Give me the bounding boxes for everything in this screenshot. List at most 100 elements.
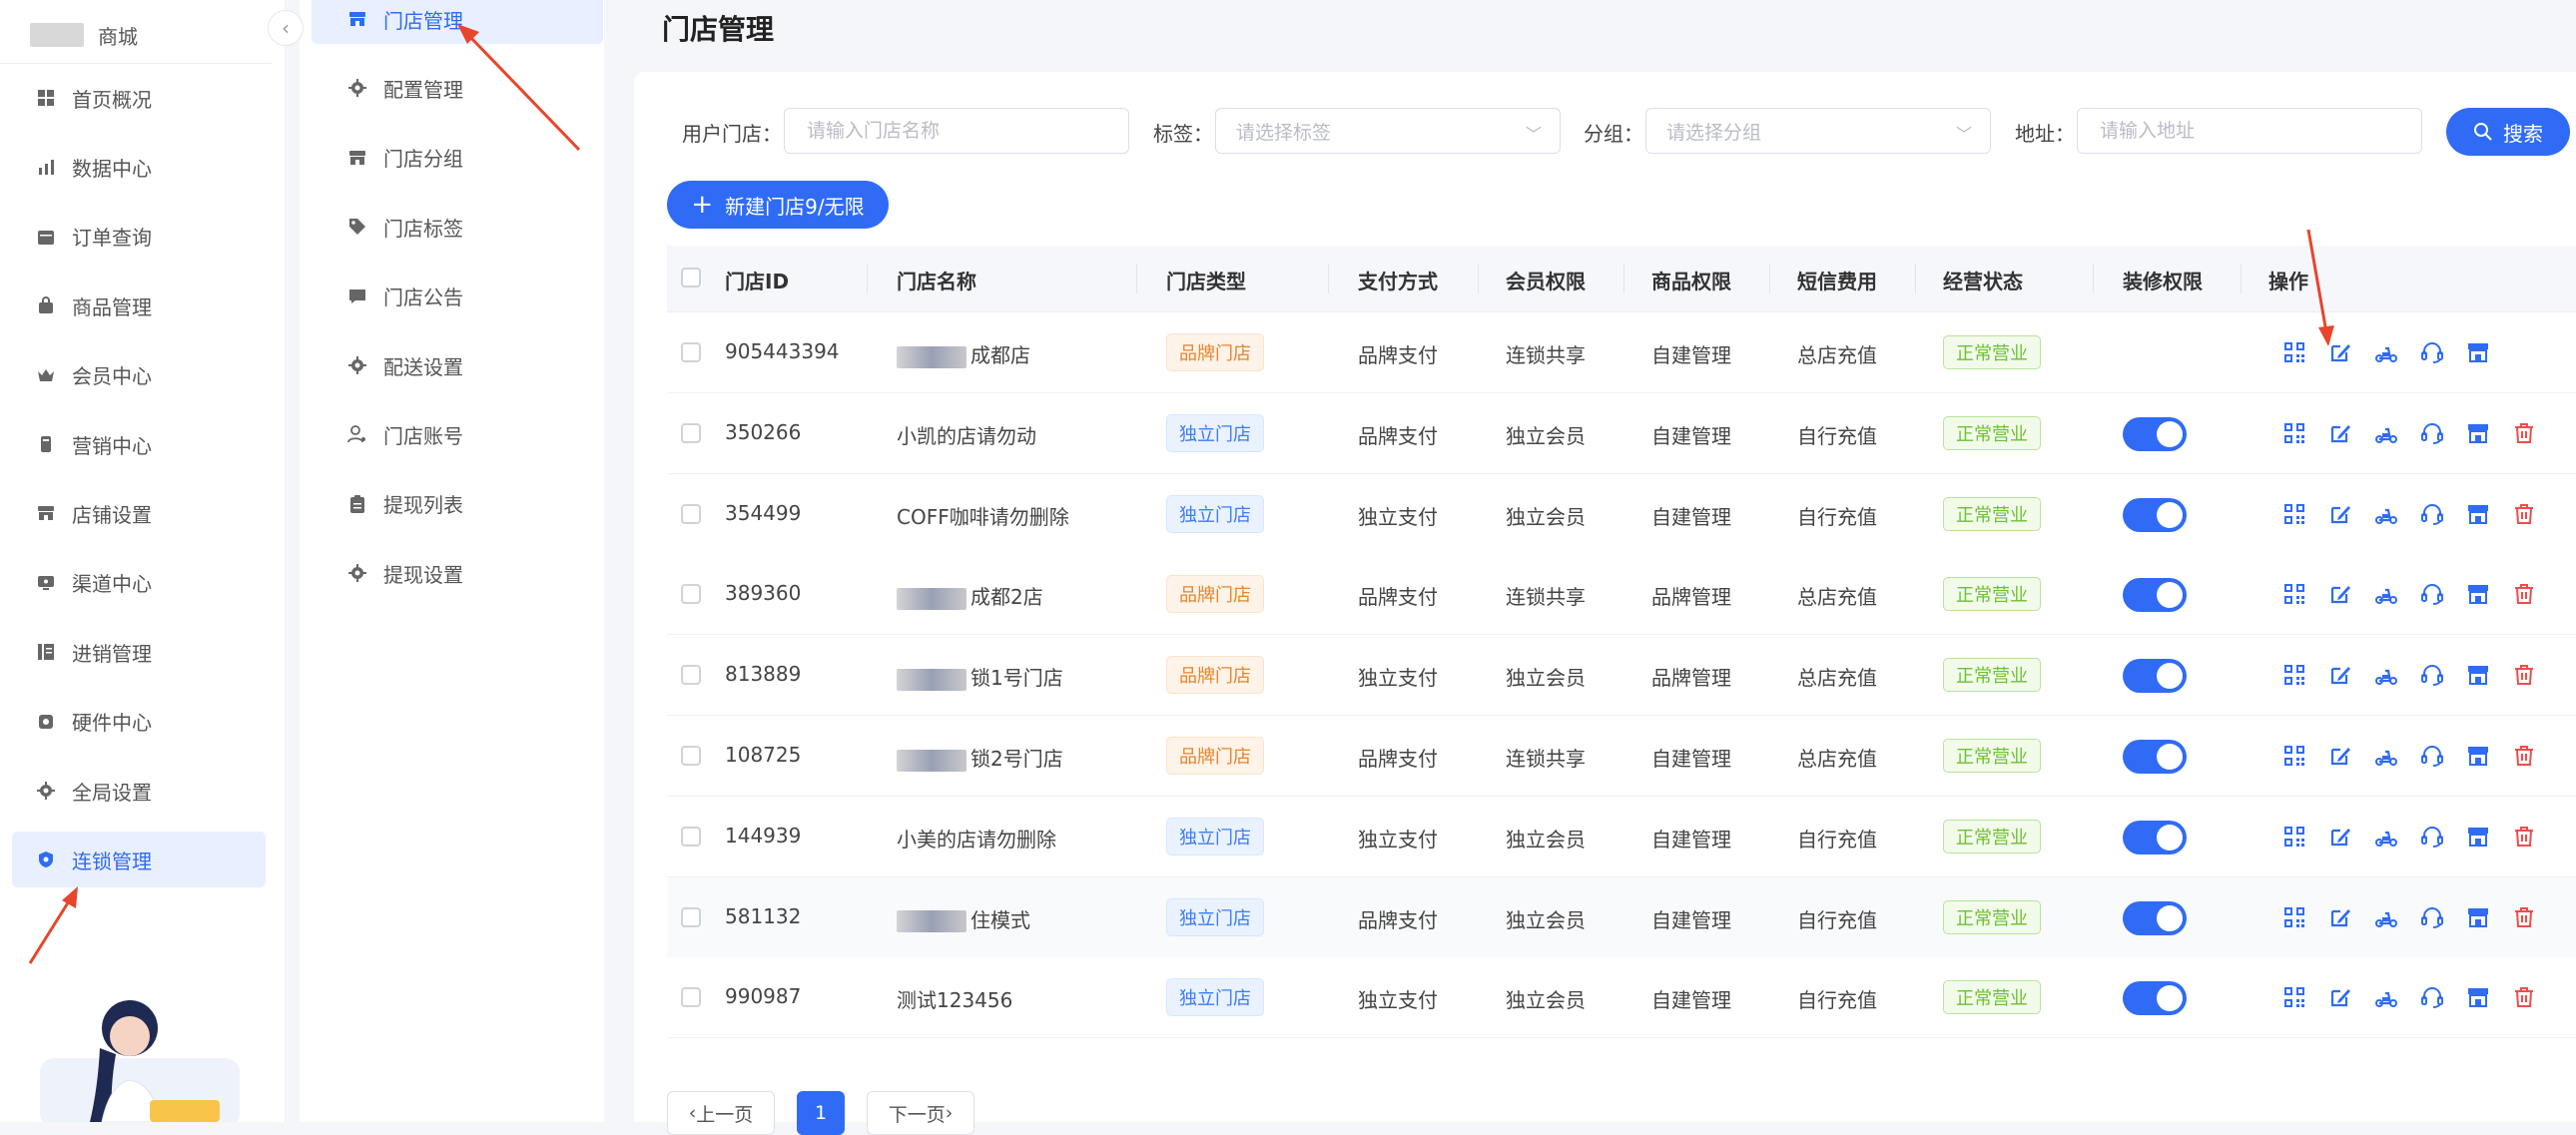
headset-icon[interactable]	[2420, 502, 2444, 526]
qrcode-icon[interactable]	[2282, 340, 2306, 364]
shop-icon[interactable]	[2466, 744, 2490, 768]
sidebar-item-1[interactable]: 数据中心	[12, 139, 266, 195]
qrcode-icon[interactable]	[2282, 502, 2306, 526]
search-button[interactable]: 搜索	[2446, 108, 2570, 156]
store-name[interactable]: 锁1号门店	[897, 662, 1063, 691]
scooter-icon[interactable]	[2374, 744, 2398, 768]
scooter-icon[interactable]	[2374, 340, 2398, 364]
delete-icon[interactable]	[2512, 825, 2536, 849]
sidebar-item-0[interactable]: 首页概况	[12, 70, 266, 126]
store-name[interactable]: 测试123456	[897, 984, 1012, 1013]
headset-icon[interactable]	[2420, 663, 2444, 687]
sidebar-item-3[interactable]: 商品管理	[12, 278, 266, 333]
decoration-permission-toggle[interactable]	[2123, 659, 2187, 694]
select-all-checkbox[interactable]	[681, 268, 701, 287]
shop-icon[interactable]	[2466, 905, 2490, 929]
delete-icon[interactable]	[2512, 582, 2536, 606]
store-name[interactable]: 成都2店	[897, 581, 1043, 610]
sub-sidebar-item-5[interactable]: 配送设置	[312, 340, 603, 390]
sidebar-item-10[interactable]: 全局设置	[12, 763, 266, 819]
decoration-permission-toggle[interactable]	[2123, 900, 2187, 935]
sub-sidebar-item-0[interactable]: 门店管理	[312, 0, 603, 44]
delete-icon[interactable]	[2512, 502, 2536, 526]
address-input[interactable]	[2098, 119, 2421, 143]
shop-icon[interactable]	[2466, 582, 2490, 606]
headset-icon[interactable]	[2420, 905, 2444, 929]
store-name[interactable]: 成都店	[897, 339, 1030, 368]
qrcode-icon[interactable]	[2282, 744, 2306, 768]
scooter-icon[interactable]	[2374, 582, 2398, 606]
store-name[interactable]: 小凯的店请勿动	[897, 420, 1036, 449]
next-page-button[interactable]: 下一页 ›	[867, 1091, 974, 1135]
decoration-permission-toggle[interactable]	[2123, 497, 2187, 532]
scooter-icon[interactable]	[2374, 663, 2398, 687]
sidebar-item-5[interactable]: 营销中心	[12, 416, 266, 472]
headset-icon[interactable]	[2420, 340, 2444, 364]
decoration-permission-toggle[interactable]	[2123, 578, 2187, 613]
row-checkbox[interactable]	[681, 584, 701, 605]
store-name[interactable]: 小美的店请勿删除	[897, 824, 1056, 852]
shop-icon[interactable]	[2466, 825, 2490, 849]
edit-icon[interactable]	[2328, 502, 2352, 526]
sub-sidebar-item-2[interactable]: 门店分组	[312, 133, 603, 183]
sub-sidebar-item-3[interactable]: 门店标签	[312, 202, 603, 252]
store-name-input[interactable]	[805, 119, 1128, 143]
row-checkbox[interactable]	[681, 422, 701, 443]
shop-icon[interactable]	[2466, 340, 2490, 364]
sub-sidebar-item-4[interactable]: 门店公告	[312, 272, 603, 321]
headset-icon[interactable]	[2420, 985, 2444, 1009]
scooter-icon[interactable]	[2374, 985, 2398, 1009]
sidebar-item-4[interactable]: 会员中心	[12, 347, 266, 403]
row-checkbox[interactable]	[681, 826, 701, 847]
collapse-sidebar-button[interactable]: ‹	[268, 10, 304, 46]
delete-icon[interactable]	[2512, 744, 2536, 768]
edit-icon[interactable]	[2328, 985, 2352, 1009]
address-input-box[interactable]	[2077, 108, 2422, 154]
row-checkbox[interactable]	[681, 906, 701, 927]
qrcode-icon[interactable]	[2282, 582, 2306, 606]
sub-sidebar-item-7[interactable]: 提现列表	[312, 479, 603, 529]
headset-icon[interactable]	[2420, 744, 2444, 768]
sidebar-item-9[interactable]: 硬件中心	[12, 694, 266, 750]
sidebar-item-2[interactable]: 订单查询	[12, 209, 266, 265]
shop-icon[interactable]	[2466, 985, 2490, 1009]
qrcode-icon[interactable]	[2282, 663, 2306, 687]
headset-icon[interactable]	[2420, 825, 2444, 849]
edit-icon[interactable]	[2328, 744, 2352, 768]
sidebar-item-7[interactable]: 渠道中心	[12, 555, 266, 611]
shop-icon[interactable]	[2466, 663, 2490, 687]
edit-icon[interactable]	[2328, 582, 2352, 606]
edit-icon[interactable]	[2328, 421, 2352, 445]
delete-icon[interactable]	[2512, 663, 2536, 687]
headset-icon[interactable]	[2420, 582, 2444, 606]
store-name-input-box[interactable]	[784, 108, 1129, 154]
group-select[interactable]: 请选择分组 ﹀	[1645, 108, 1991, 154]
decoration-permission-toggle[interactable]	[2123, 416, 2187, 451]
decoration-permission-toggle[interactable]	[2123, 740, 2187, 774]
store-name[interactable]: 住模式	[897, 904, 1030, 933]
row-checkbox[interactable]	[681, 342, 701, 362]
delete-icon[interactable]	[2512, 421, 2536, 445]
sidebar-item-8[interactable]: 进销管理	[12, 624, 266, 680]
shop-icon[interactable]	[2466, 421, 2490, 445]
row-checkbox[interactable]	[681, 503, 701, 524]
delete-icon[interactable]	[2512, 905, 2536, 929]
sidebar-item-6[interactable]: 店铺设置	[12, 485, 266, 541]
qrcode-icon[interactable]	[2282, 421, 2306, 445]
edit-icon[interactable]	[2328, 825, 2352, 849]
shop-icon[interactable]	[2466, 502, 2490, 526]
sidebar-item-11[interactable]: 连锁管理	[12, 832, 266, 888]
sub-sidebar-item-6[interactable]: 门店账号	[312, 409, 603, 459]
edit-icon[interactable]	[2328, 663, 2352, 687]
page-1-button[interactable]: 1	[797, 1091, 845, 1135]
scooter-icon[interactable]	[2374, 825, 2398, 849]
headset-icon[interactable]	[2420, 421, 2444, 445]
row-checkbox[interactable]	[681, 665, 701, 686]
scooter-icon[interactable]	[2374, 905, 2398, 929]
row-checkbox[interactable]	[681, 987, 701, 1008]
prev-page-button[interactable]: ‹ 上一页	[667, 1091, 775, 1135]
decoration-permission-toggle[interactable]	[2123, 981, 2187, 1016]
edit-icon[interactable]	[2328, 340, 2352, 364]
store-name[interactable]: 锁2号门店	[897, 743, 1063, 772]
row-checkbox[interactable]	[681, 746, 701, 766]
